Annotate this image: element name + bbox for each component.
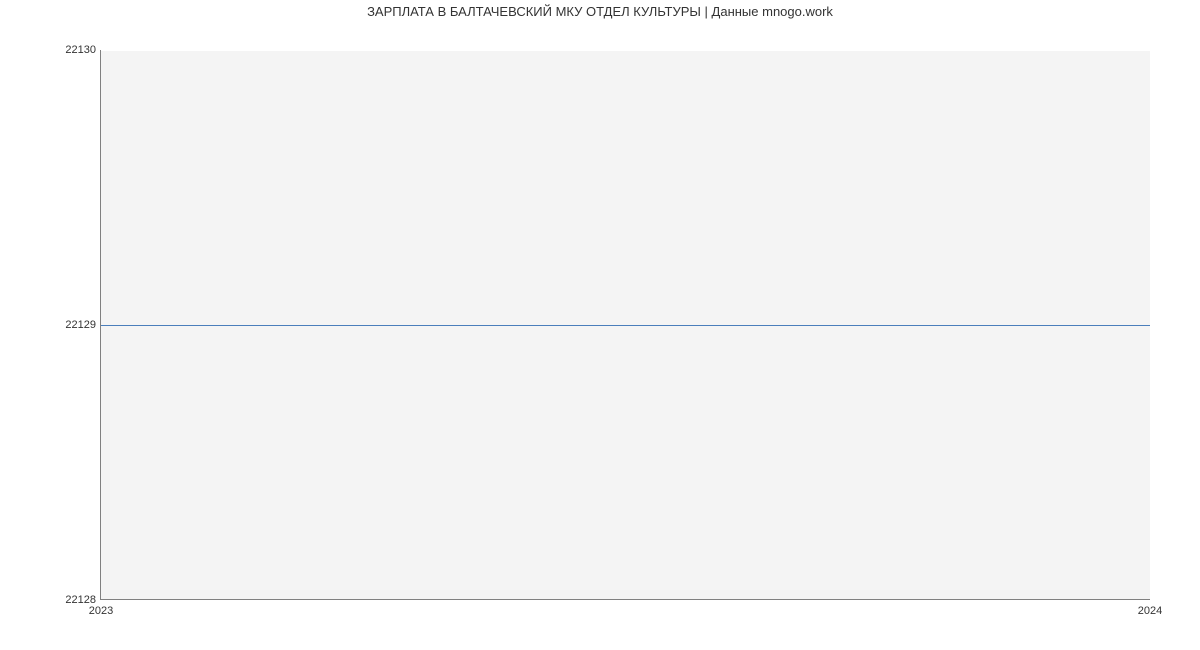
y-tick-label: 22129 bbox=[65, 319, 96, 331]
x-tick-label: 2023 bbox=[89, 605, 113, 617]
x-tick-label: 2024 bbox=[1138, 605, 1162, 617]
data-line bbox=[101, 325, 1150, 326]
gridline bbox=[101, 50, 1150, 51]
chart-title: ЗАРПЛАТА В БАЛТАЧЕВСКИЙ МКУ ОТДЕЛ КУЛЬТУ… bbox=[0, 4, 1200, 19]
y-tick-label: 22130 bbox=[65, 44, 96, 56]
plot-area: 2023 2024 bbox=[100, 50, 1150, 600]
chart-container: ЗАРПЛАТА В БАЛТАЧЕВСКИЙ МКУ ОТДЕЛ КУЛЬТУ… bbox=[0, 0, 1200, 650]
y-axis-ticks: 22130 22129 22128 bbox=[0, 50, 98, 600]
